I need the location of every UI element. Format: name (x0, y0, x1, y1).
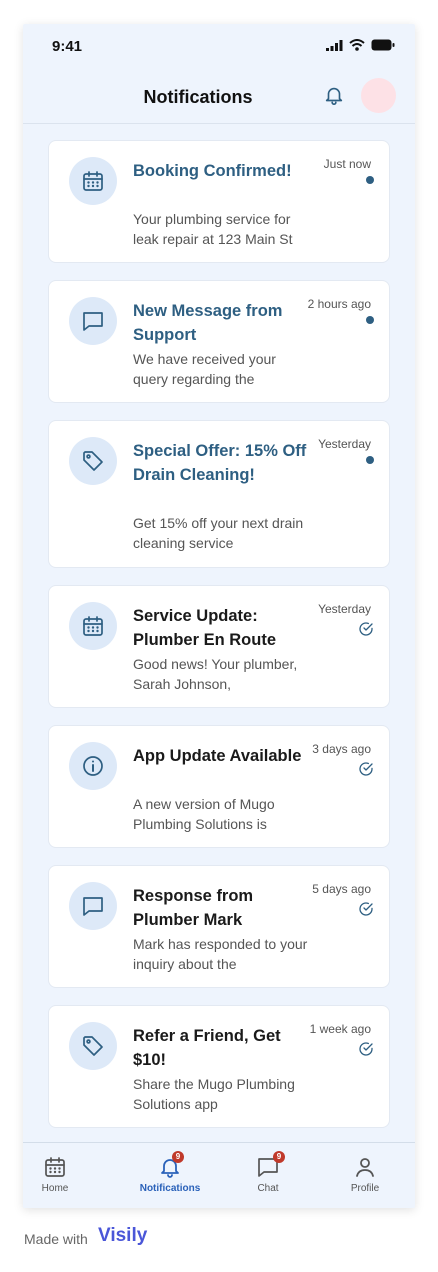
nav-home-label: Home (41, 1183, 69, 1194)
wifi-icon (349, 39, 365, 51)
info-icon (69, 742, 117, 790)
notification-card[interactable]: Special Offer: 15% Off Drain Cleaning! Ye… (48, 420, 390, 568)
visily-logo[interactable]: Visily (98, 1225, 147, 1247)
notification-body: Your plumbing service for leak repair at… (133, 211, 293, 247)
notification-title: Refer a Friend, Get $10! (133, 1027, 281, 1069)
check-circle-icon (358, 1041, 374, 1057)
notification-title: New Message from Support (133, 302, 283, 344)
notification-title: Special Offer: 15% Off Drain Cleaning! (133, 442, 307, 484)
bottom-nav: Home 9 Notifications 9 Chat Profile (23, 1142, 415, 1208)
notification-time: 5 days ago (312, 882, 371, 896)
header: Notifications (23, 68, 415, 124)
chat-badge: 9 (273, 1151, 285, 1163)
status-icons (326, 39, 395, 51)
notification-title: App Update Available (133, 747, 302, 765)
user-icon (356, 1158, 374, 1177)
unread-dot (366, 176, 374, 184)
check-circle-icon (358, 621, 374, 637)
notification-body: Good news! Your plumber, Sarah Johnson, (133, 656, 298, 692)
avatar[interactable] (361, 78, 396, 113)
notification-title: Response from Plumber Mark (133, 887, 254, 929)
calendar-icon (69, 157, 117, 205)
notification-time: Yesterday (318, 602, 371, 616)
check-circle-icon (358, 901, 374, 917)
battery-icon (371, 39, 395, 51)
unread-dot (366, 456, 374, 464)
bell-icon[interactable] (321, 82, 347, 108)
notification-card[interactable]: Service Update: Plumber En Route Yesterda… (48, 585, 390, 708)
nav-home[interactable]: Home (23, 1155, 90, 1194)
notification-card[interactable]: Refer a Friend, Get $10! 1 week ago Share … (48, 1005, 390, 1128)
notification-card[interactable]: Booking Confirmed! Just now Your plumbing … (48, 140, 390, 263)
tag-icon (69, 1022, 117, 1070)
notification-card[interactable]: Response from Plumber Mark 5 days ago Mark… (48, 865, 390, 988)
unread-dot (366, 316, 374, 324)
notification-card[interactable]: New Message from Support 2 hours ago We ha… (48, 280, 390, 403)
phone-frame: 9:41 Notifications Booking Confirmed! Ju… (23, 24, 415, 1208)
nav-chat[interactable]: 9 Chat (233, 1151, 303, 1194)
check-circle-icon (358, 761, 374, 777)
notification-body: We have received your query regarding th… (133, 351, 276, 387)
nav-profile-label: Profile (350, 1183, 380, 1194)
nav-notifications-label: Notifications (139, 1183, 201, 1194)
tag-icon (69, 437, 117, 485)
message-icon (69, 297, 117, 345)
notification-time: 3 days ago (312, 742, 371, 756)
nav-profile[interactable]: Profile (330, 1155, 400, 1194)
notification-body: Mark has responded to your inquiry about… (133, 936, 308, 972)
message-icon (69, 882, 117, 930)
notification-title: Service Update: Plumber En Route (133, 607, 277, 649)
notification-body: Get 15% off your next drain cleaning ser… (133, 515, 304, 551)
calendar-icon (69, 602, 117, 650)
made-with-text: Made with (24, 1231, 88, 1247)
calendar-icon (45, 1157, 65, 1177)
notification-body: Share the Mugo Plumbing Solutions app (133, 1076, 295, 1112)
notification-body: A new version of Mugo Plumbing Solutions… (133, 796, 275, 832)
notification-time: Just now (323, 157, 371, 171)
nav-chat-label: Chat (257, 1183, 279, 1194)
notification-card[interactable]: App Update Available 3 days ago A new vers… (48, 725, 390, 848)
status-time: 9:41 (52, 38, 83, 55)
notification-time: 2 hours ago (307, 297, 371, 311)
notification-title: Booking Confirmed! (133, 162, 292, 180)
nav-notifications[interactable]: 9 Notifications (135, 1151, 205, 1194)
notifications-badge: 9 (172, 1151, 184, 1163)
status-bar: 9:41 (23, 24, 415, 68)
notification-time: Yesterday (318, 437, 371, 451)
signal-icon (326, 39, 343, 51)
notification-list: Booking Confirmed! Just now Your plumbing … (48, 140, 390, 1145)
notification-time: 1 week ago (309, 1022, 371, 1036)
